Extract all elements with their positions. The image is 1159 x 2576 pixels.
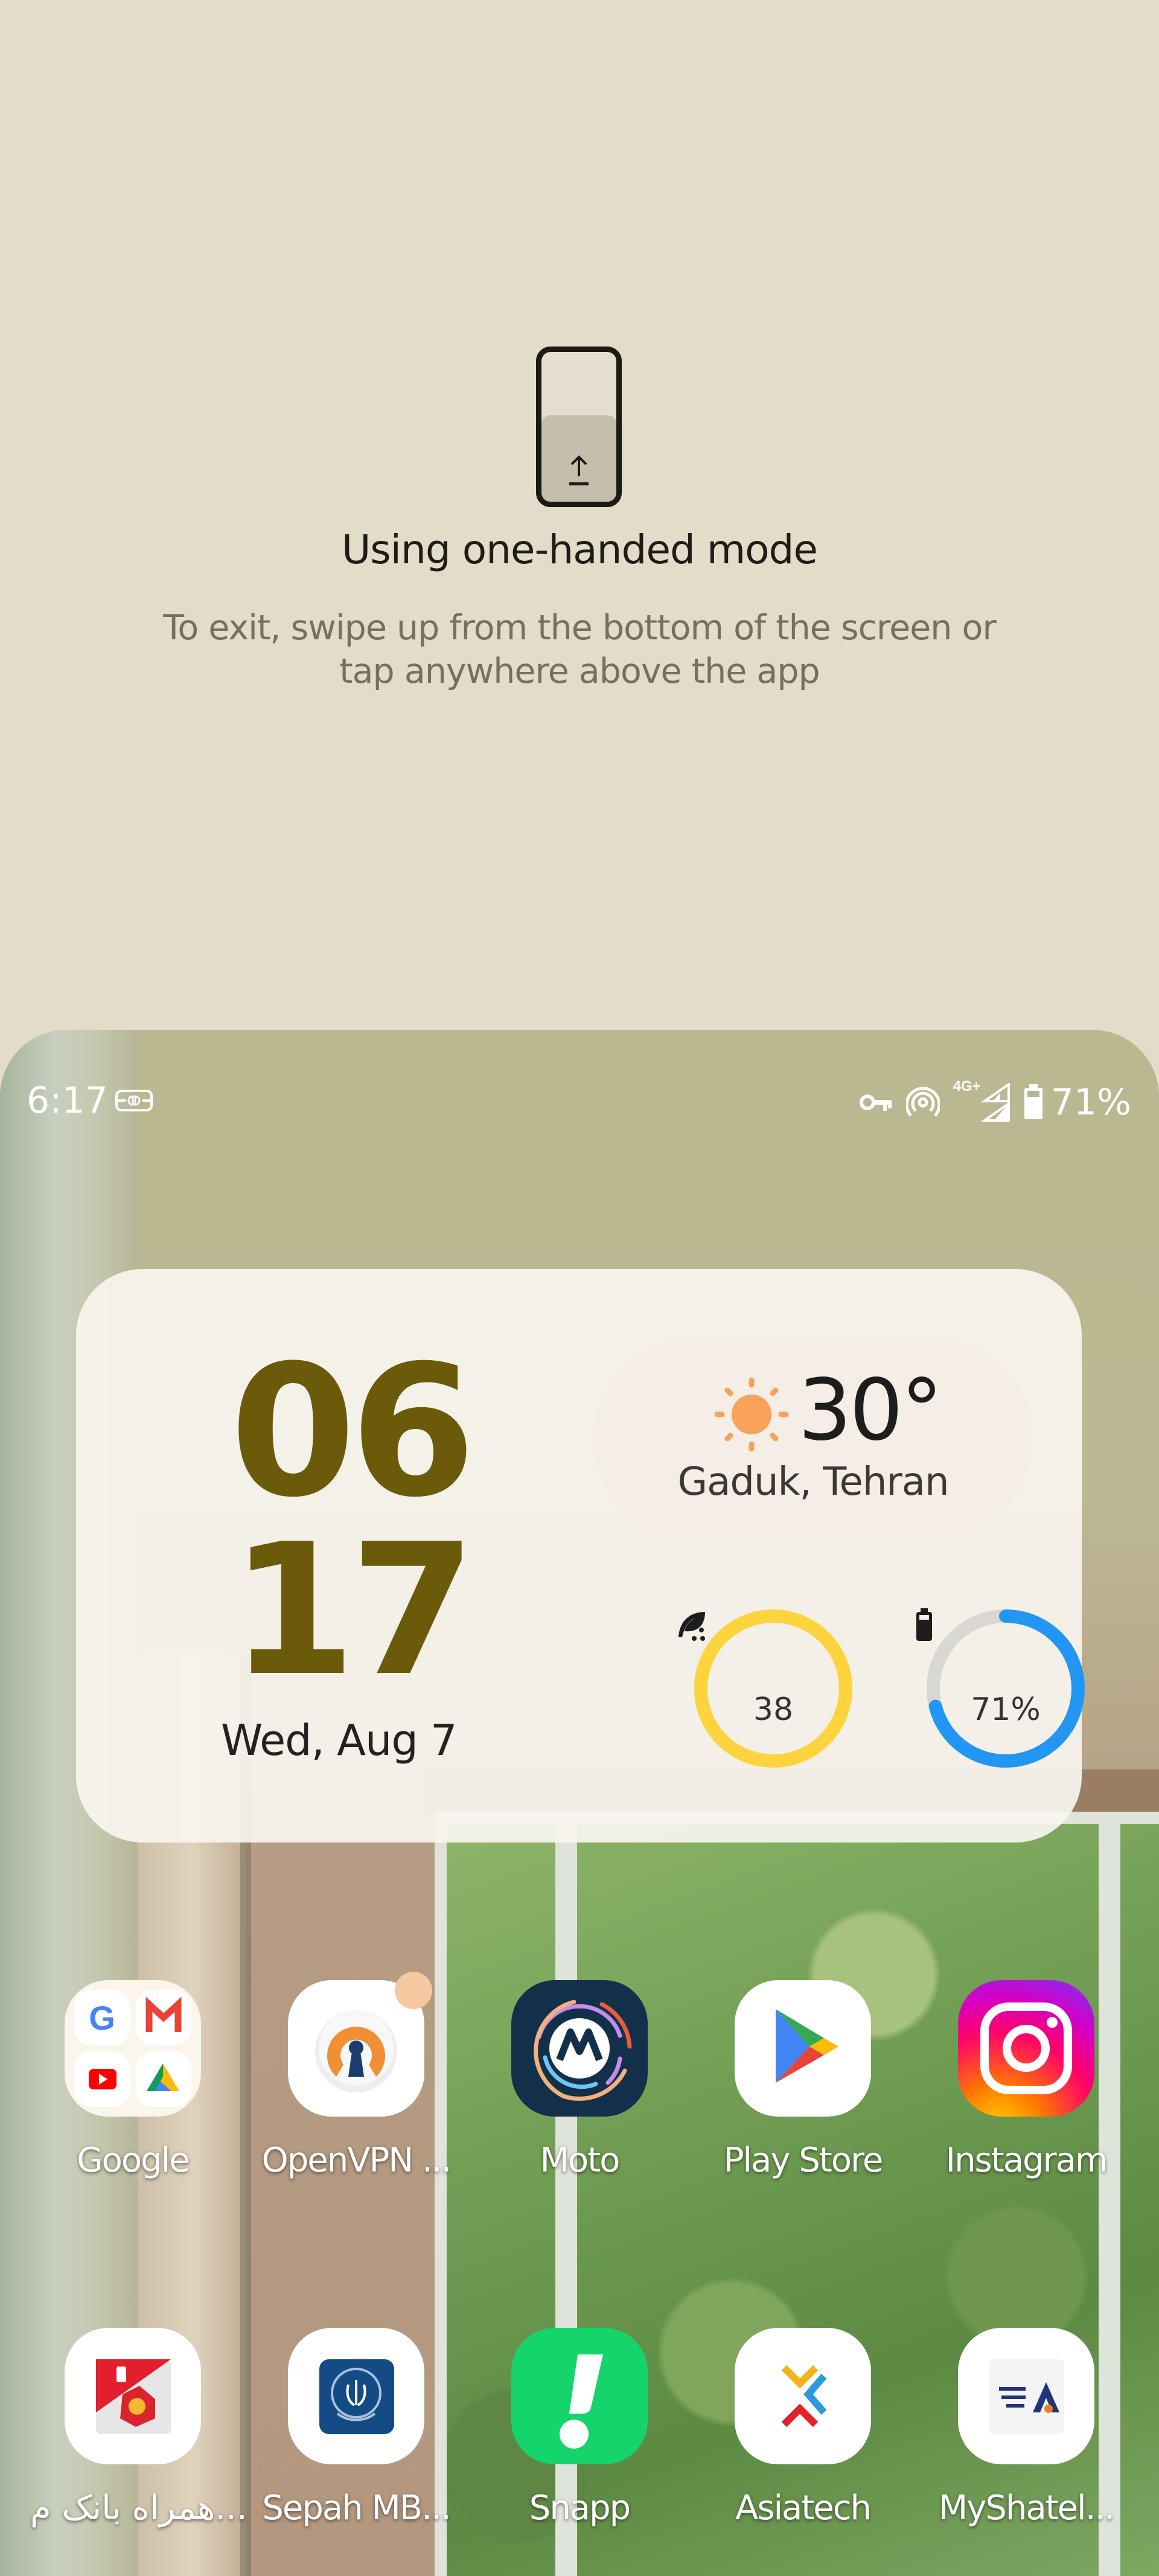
app-label: همراه بانک م... xyxy=(30,2488,249,2528)
vpn-key-icon xyxy=(859,1095,892,1111)
app-snapp[interactable]: Snapp xyxy=(477,2328,682,2528)
asiatech-icon xyxy=(735,2328,871,2464)
battery-icon xyxy=(1024,1084,1042,1119)
google-folder-icon: G xyxy=(65,1980,201,2117)
app-sepah-bank[interactable]: Sepah MB... xyxy=(254,2328,459,2528)
signal-icon xyxy=(980,1083,1010,1122)
mellat-bank-icon xyxy=(65,2328,201,2464)
app-asiatech[interactable]: Asiatech xyxy=(700,2328,905,2528)
app-google-folder[interactable]: G Google xyxy=(30,1980,235,2180)
app-instagram[interactable]: Instagram xyxy=(924,1980,1129,2180)
play-store-icon xyxy=(735,1980,871,2117)
clock-hour[interactable]: 06 xyxy=(230,1341,476,1523)
clock-minute[interactable]: 17 xyxy=(230,1520,476,1701)
widget-date[interactable]: Wed, Aug 7 xyxy=(221,1716,458,1765)
sepah-bank-icon xyxy=(288,2328,424,2464)
weather-pill[interactable]: 30° Gaduk, Tehran xyxy=(593,1335,1033,1541)
instagram-icon xyxy=(958,1980,1094,2117)
battery-ring[interactable]: 71% xyxy=(916,1607,1087,1770)
app-label: Asiatech xyxy=(735,2488,872,2528)
hint-body: To exit, swipe up from the bottom of the… xyxy=(163,608,997,691)
app-mellat-bank[interactable]: همراه بانک م... xyxy=(30,2328,249,2528)
app-label: OpenVPN ... xyxy=(261,2141,452,2180)
app-label: Play Store xyxy=(723,2141,884,2180)
one-handed-mode-icon xyxy=(536,347,622,507)
app-label: Instagram xyxy=(945,2141,1108,2180)
one-handed-exit-area[interactable]: Using one-handed mode To exit, swipe up … xyxy=(0,0,1159,1029)
app-label: Google xyxy=(77,2141,190,2180)
moto-icon xyxy=(511,1980,648,2117)
app-openvpn[interactable]: OpenVPN ... xyxy=(254,1972,459,2180)
air-quality-arc xyxy=(694,1609,852,1768)
home-screen: 6:17 4G+ 71% 06 17 Wed, Aug 7 30° Gaduk,… xyxy=(0,1030,1159,2576)
app-label: MyShatel... xyxy=(938,2488,1115,2528)
battery-percent: 71% xyxy=(1050,1081,1131,1123)
air-quality-value: 38 xyxy=(753,1692,794,1728)
network-type: 4G+ xyxy=(953,1078,981,1095)
hint-title: Using one-handed mode xyxy=(341,526,818,573)
app-label: Moto xyxy=(540,2141,621,2180)
leaf-icon xyxy=(678,1612,705,1641)
app-label: Sepah MB... xyxy=(262,2488,451,2528)
status-time: 6:17 xyxy=(27,1079,108,1122)
temperature: 30° xyxy=(798,1361,943,1460)
app-label: Snapp xyxy=(529,2488,631,2528)
app-play-store[interactable]: Play Store xyxy=(700,1980,905,2180)
app-moto[interactable]: Moto xyxy=(477,1980,682,2180)
hotspot-icon xyxy=(905,1087,940,1117)
status-bar[interactable]: 6:17 4G+ 71% xyxy=(0,1030,1159,1139)
vpn-connector-icon xyxy=(115,1090,153,1111)
snapp-icon xyxy=(511,2328,648,2464)
battery-value: 71% xyxy=(971,1692,1041,1728)
clock-weather-widget[interactable]: 06 17 Wed, Aug 7 30° Gaduk, Tehran 38 71… xyxy=(76,1269,1085,1843)
app-myshatel[interactable]: MyShatel... xyxy=(924,2328,1129,2528)
air-quality-ring[interactable]: 38 xyxy=(678,1607,855,1770)
weather-location: Gaduk, Tehran xyxy=(677,1460,950,1504)
battery-icon xyxy=(916,1608,932,1641)
svg-text:G: G xyxy=(89,1999,115,2037)
sun-icon xyxy=(714,1377,789,1452)
myshatel-icon xyxy=(958,2328,1094,2464)
notification-badge xyxy=(395,1972,432,2009)
